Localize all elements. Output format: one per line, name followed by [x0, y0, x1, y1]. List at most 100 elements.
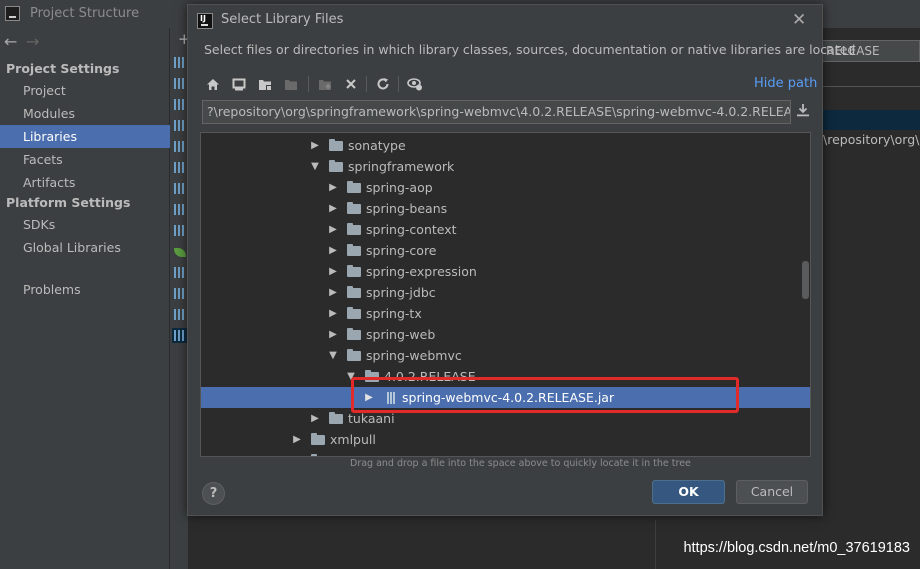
close-icon[interactable]: ✕: [792, 10, 806, 30]
library-icon[interactable]: [174, 288, 186, 299]
folder-icon: [329, 160, 343, 172]
toolbar-separator: [398, 76, 399, 92]
sidebar-item-problems[interactable]: Problems: [0, 278, 170, 301]
drag-drop-hint: Drag and drop a file into the space abov…: [350, 458, 691, 469]
library-icon[interactable]: [174, 204, 186, 215]
dialog-title: Select Library Files: [221, 12, 344, 27]
sidebar-item-modules[interactable]: Modules: [0, 102, 170, 125]
sidebar-item-sdks[interactable]: SDKs: [0, 213, 170, 236]
window-title: Project Structure: [30, 6, 140, 21]
hide-path-link[interactable]: Hide path: [754, 76, 817, 91]
new-folder-icon[interactable]: [314, 73, 336, 95]
cancel-button[interactable]: Cancel: [736, 480, 808, 504]
tree-node[interactable]: ▶ spring-expression: [201, 261, 810, 282]
tree-node[interactable]: ▶ spring-web: [201, 324, 810, 345]
tree-scrollbar[interactable]: [802, 261, 809, 299]
download-icon[interactable]: [796, 103, 810, 121]
folder-icon: [329, 412, 343, 424]
tree-node[interactable]: ▶ xmlpull: [201, 429, 810, 450]
folder-icon: [347, 328, 361, 340]
library-list-column: +: [170, 28, 191, 569]
red-highlight-annotation: [351, 377, 739, 413]
sidebar-item-project[interactable]: Project: [0, 79, 170, 102]
library-icon[interactable]: [174, 78, 186, 89]
tree-node[interactable]: ▶ spring-beans: [201, 198, 810, 219]
tree-node-label: spring-jdbc: [366, 285, 436, 300]
path-input[interactable]: ?\repository\org\springframework\spring-…: [202, 100, 791, 124]
tree-node[interactable]: ▶ spring-jdbc: [201, 282, 810, 303]
collapsed-arrow-icon[interactable]: ▶: [291, 450, 303, 456]
collapsed-arrow-icon[interactable]: ▶: [327, 198, 339, 219]
collapsed-arrow-icon[interactable]: ▶: [327, 219, 339, 240]
back-arrow-icon[interactable]: ←: [4, 32, 26, 51]
folder-icon: [347, 202, 361, 214]
tree-node-label: spring-webmvc: [366, 348, 462, 363]
intellij-app-icon: [5, 6, 20, 21]
library-icon[interactable]: [174, 162, 186, 173]
library-icon[interactable]: [174, 57, 186, 68]
collapsed-arrow-icon[interactable]: ▶: [327, 240, 339, 261]
collapsed-arrow-icon[interactable]: ▶: [309, 135, 321, 156]
library-icon[interactable]: [174, 99, 186, 110]
collapsed-arrow-icon[interactable]: ▶: [327, 261, 339, 282]
folder-icon: [329, 139, 343, 151]
folder-icon: [347, 286, 361, 298]
sidebar-item-facets[interactable]: Facets: [0, 148, 170, 171]
home-icon[interactable]: [202, 73, 224, 95]
sidebar-item-artifacts[interactable]: Artifacts: [0, 171, 170, 194]
tree-node[interactable]: ▶ spring-core: [201, 240, 810, 261]
tree-node[interactable]: ▶ spring-context: [201, 219, 810, 240]
spring-leaf-icon[interactable]: [174, 248, 186, 257]
collapsed-arrow-icon[interactable]: ▶: [327, 303, 339, 324]
library-icon[interactable]: [174, 267, 186, 278]
library-icon[interactable]: [174, 183, 186, 194]
selected-classes-row[interactable]: [823, 110, 920, 130]
refresh-icon[interactable]: [372, 73, 394, 95]
show-hidden-icon[interactable]: [404, 73, 426, 95]
sidebar-item-libraries[interactable]: Libraries: [0, 125, 170, 148]
forward-arrow-icon[interactable]: →: [26, 32, 48, 51]
tree-node-label: spring-context: [366, 222, 457, 237]
library-icon[interactable]: [174, 141, 186, 152]
divider: [655, 520, 656, 569]
library-root-path: \repository\org\: [823, 132, 920, 147]
tree-node[interactable]: ▼ springframework: [201, 156, 810, 177]
folder-icon: [311, 454, 317, 456]
library-icon[interactable]: [174, 225, 186, 236]
tree-node-label: xmlpull: [330, 432, 376, 447]
folder-icon: [347, 265, 361, 277]
collapsed-arrow-icon[interactable]: ▶: [327, 282, 339, 303]
library-icon[interactable]: [174, 309, 186, 320]
folder-icon: [311, 433, 325, 445]
tree-node[interactable]: ▶ spring-aop: [201, 177, 810, 198]
tree-node-label: spring-core: [366, 243, 437, 258]
module-folder-icon[interactable]: [280, 73, 302, 95]
desktop-icon[interactable]: [228, 73, 250, 95]
collapsed-arrow-icon[interactable]: ▶: [327, 324, 339, 345]
tree-node-label: xpp3: [330, 450, 361, 456]
expanded-arrow-icon[interactable]: ▼: [309, 156, 321, 177]
folder-icon: [347, 181, 361, 193]
library-icon[interactable]: [174, 120, 186, 131]
tree-node[interactable]: ▶ spring-tx: [201, 303, 810, 324]
tree-node[interactable]: ▶ xpp3: [201, 450, 810, 456]
collapsed-arrow-icon[interactable]: ▶: [327, 177, 339, 198]
folder-icon: [347, 223, 361, 235]
expanded-arrow-icon[interactable]: ▼: [327, 345, 339, 366]
collapsed-arrow-icon[interactable]: ▶: [291, 429, 303, 450]
ok-button[interactable]: OK: [652, 480, 725, 504]
tree-node-label: spring-tx: [366, 306, 422, 321]
library-icon[interactable]: [172, 328, 188, 343]
tree-node-label: sonatype: [348, 138, 406, 153]
sidebar-item-global-libraries[interactable]: Global Libraries: [0, 236, 170, 259]
dialog-description: Select files or directories in which lib…: [204, 42, 856, 57]
delete-icon[interactable]: [340, 73, 362, 95]
project-folder-icon[interactable]: [254, 73, 276, 95]
tree-node-label: spring-expression: [366, 264, 477, 279]
project-settings-heading: Project Settings: [6, 61, 120, 76]
folder-icon: [347, 307, 361, 319]
collapsed-arrow-icon[interactable]: ▶: [309, 408, 321, 429]
tree-node[interactable]: ▼ spring-webmvc: [201, 345, 810, 366]
help-button[interactable]: ?: [202, 482, 225, 505]
tree-node[interactable]: ▶ sonatype: [201, 135, 810, 156]
